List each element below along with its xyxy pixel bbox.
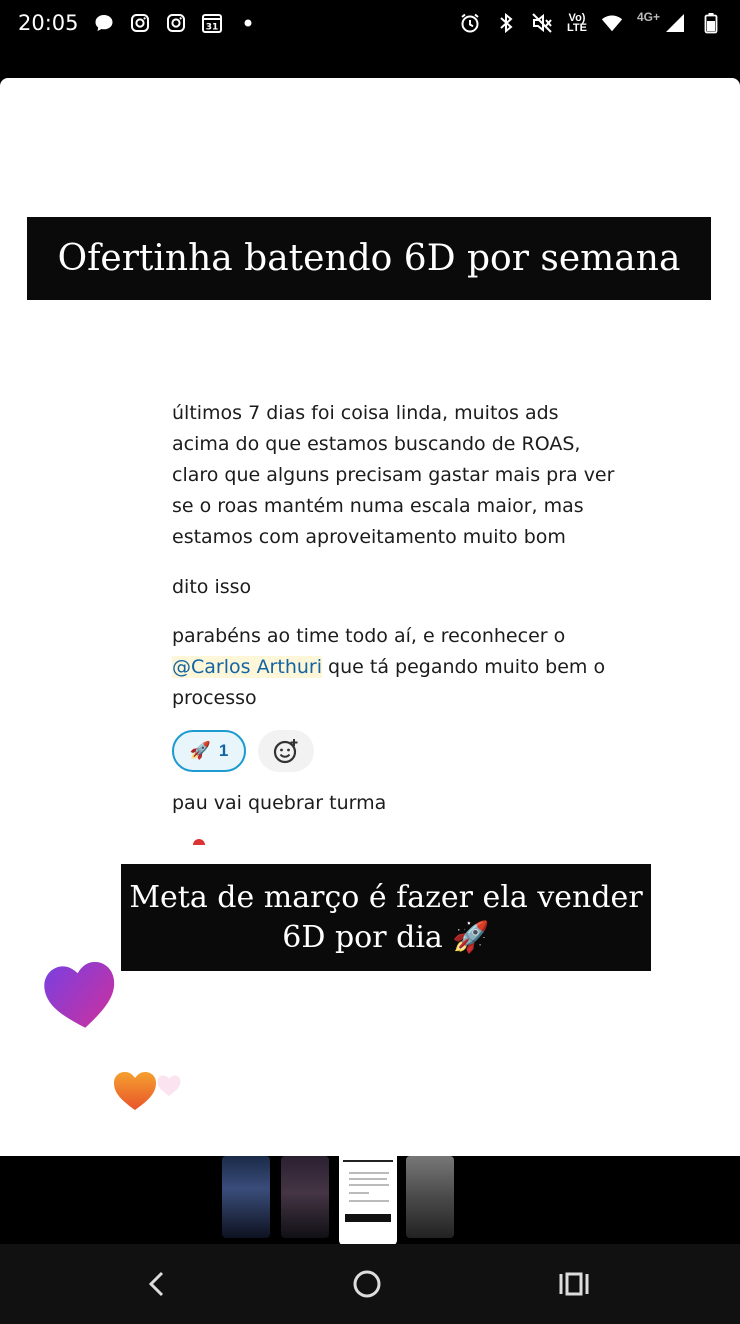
add-reaction-button: [258, 730, 314, 772]
alarm-icon: [459, 12, 481, 34]
chat-message: pau vai quebrar turma: [172, 792, 387, 814]
volte-icon: Vo) LTE: [567, 13, 587, 34]
user-mention: @Carlos Arthuri: [172, 656, 322, 678]
mute-icon: [531, 12, 553, 34]
instagram-icon: [165, 12, 187, 34]
story-thumbnail-strip: [0, 1146, 740, 1246]
story-caption-bottom: Meta de março é fazer ela vender 6D por …: [121, 864, 651, 971]
recents-icon: [559, 1272, 589, 1296]
heart-icon: [114, 1072, 156, 1110]
rocket-icon: 🚀: [189, 741, 211, 760]
add-emoji-icon: [273, 739, 298, 764]
thumbnail-text-line: [349, 1200, 389, 1202]
reaction-count: 1: [218, 741, 229, 760]
signal-icon: [664, 12, 686, 34]
heart-icon: [157, 1075, 181, 1096]
calendar-day-text: 31: [205, 23, 218, 33]
volte-label-bottom: LTE: [567, 22, 587, 34]
story-thumbnail-selected[interactable]: [339, 1146, 397, 1246]
instagram-icon: [129, 12, 151, 34]
dot-icon: [237, 12, 259, 34]
status-bar: 20:05 31 Vo) LTE 4G+: [0, 0, 740, 78]
thumbnail-text-line: [349, 1192, 369, 1194]
back-button[interactable]: [137, 1264, 177, 1304]
network-type-label: 4G+: [636, 10, 660, 24]
recents-button[interactable]: [554, 1264, 594, 1304]
battery-icon: [700, 12, 722, 34]
thumbnail-text-line: [349, 1178, 387, 1180]
back-icon: [148, 1271, 164, 1297]
chat-message: últimos 7 dias foi coisa linda, muitos a…: [172, 402, 615, 548]
chat-message: dito isso: [172, 576, 252, 598]
message-text: parabéns ao time todo aí, e reconhecer o: [172, 625, 566, 647]
chat-message: parabéns ao time todo aí, e reconhecer o…: [172, 621, 622, 714]
story-caption-top: Ofertinha batendo 6D por semana: [27, 217, 711, 300]
home-icon: [353, 1270, 381, 1298]
thumbnail-banner: [345, 1214, 391, 1222]
home-button[interactable]: [347, 1264, 387, 1304]
reaction-row: 🚀 1: [172, 730, 314, 772]
status-left: 20:05 31: [18, 8, 259, 38]
calendar-icon: 31: [201, 12, 223, 34]
cropped-avatar: [193, 839, 205, 845]
thumbnail-text-line: [349, 1184, 389, 1186]
story-thumbnail[interactable]: [222, 1156, 270, 1238]
thumbnail-banner: [343, 1160, 393, 1162]
system-nav-bar: [0, 1244, 740, 1324]
heart-icon: [44, 962, 115, 1028]
caption-line: 6D por dia 🚀: [282, 920, 490, 955]
status-right: Vo) LTE 4G+: [459, 8, 722, 38]
chat-bubble-icon: [93, 12, 115, 34]
thumbnail-text-line: [349, 1172, 389, 1174]
story-thumbnail[interactable]: [406, 1156, 454, 1238]
story-thumbnail[interactable]: [281, 1156, 329, 1238]
caption-line: Meta de março é fazer ela vender: [129, 880, 643, 915]
status-time: 20:05: [18, 11, 79, 35]
bluetooth-icon: [495, 12, 517, 34]
wifi-icon: [601, 12, 623, 34]
story-card[interactable]: Ofertinha batendo 6D por semana últimos …: [0, 78, 740, 1156]
rocket-reaction: 🚀 1: [172, 730, 246, 772]
